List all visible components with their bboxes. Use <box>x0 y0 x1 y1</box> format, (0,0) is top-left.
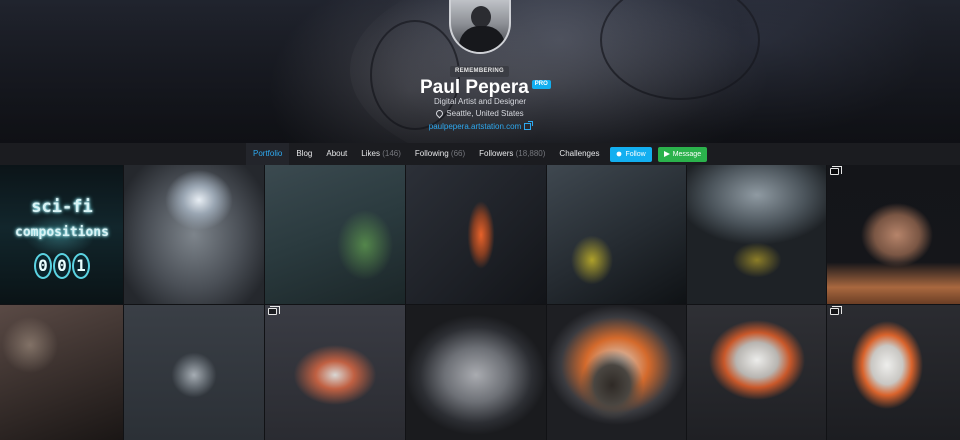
following-label: Following <box>414 149 449 158</box>
profile-name: Paul Pepera <box>420 77 529 98</box>
artwork-tile[interactable] <box>0 305 123 440</box>
remembering-badge: REMEMBERING <box>450 66 509 77</box>
likes-label: Likes <box>361 149 380 158</box>
profile-banner: REMEMBERING Paul Pepera PRO Digital Arti… <box>0 0 960 143</box>
artwork-tile[interactable] <box>547 305 686 440</box>
artwork-tile[interactable] <box>406 165 546 304</box>
artwork-title-line1: sci-fi <box>31 197 93 217</box>
website-text[interactable]: paulpepera.artstation.com <box>429 122 522 131</box>
artwork-tile[interactable] <box>547 165 686 304</box>
follow-button-label: Follow <box>625 150 646 158</box>
paper-plane-icon <box>663 151 670 157</box>
artwork-tile[interactable] <box>406 305 546 440</box>
tab-about[interactable]: About <box>319 143 354 165</box>
following-count: (66) <box>450 149 466 158</box>
external-link-icon <box>524 121 534 130</box>
followers-label: Followers <box>479 149 514 158</box>
likes-count: (146) <box>382 149 401 158</box>
tab-likes[interactable]: Likes (146) <box>354 143 408 165</box>
artwork-tile[interactable] <box>124 165 264 304</box>
artwork-tile[interactable] <box>827 305 960 440</box>
artwork-tile[interactable] <box>265 305 405 440</box>
profile-headline: Digital Artist and Designer <box>433 97 527 106</box>
tab-followers[interactable]: Followers (18,880) <box>472 143 552 165</box>
multiple-images-icon <box>268 306 280 315</box>
tab-challenges[interactable]: Challenges <box>552 143 606 165</box>
portfolio-gallery: sci-fi compositions 0 0 1 <box>0 165 960 440</box>
message-button[interactable]: Message <box>657 146 708 162</box>
profile-tabs: Portfolio Blog About Likes (146) Followi… <box>246 143 708 165</box>
profile-location: Seattle, United States <box>0 108 960 119</box>
artwork-tile[interactable] <box>265 165 405 304</box>
tab-portfolio[interactable]: Portfolio <box>246 143 290 165</box>
profile-name-row: Paul Pepera PRO <box>420 77 551 99</box>
multiple-images-icon <box>830 166 842 175</box>
message-button-label: Message <box>672 150 702 158</box>
followers-count: (18,880) <box>515 149 546 158</box>
map-pin-icon <box>434 108 445 119</box>
artwork-digit: 1 <box>72 253 90 279</box>
artwork-tile[interactable] <box>687 165 826 304</box>
follow-button[interactable]: Follow <box>610 146 652 162</box>
tab-blog[interactable]: Blog <box>289 143 319 165</box>
multiple-images-icon <box>830 306 842 315</box>
pro-badge: PRO <box>531 80 551 89</box>
artwork-tile[interactable] <box>687 305 826 440</box>
artwork-digit: 0 <box>34 253 52 279</box>
artwork-digit: 0 <box>53 253 71 279</box>
location-text: Seattle, United States <box>446 109 524 118</box>
artwork-tile[interactable] <box>124 305 264 440</box>
artwork-title-line2: compositions <box>15 225 109 240</box>
avatar[interactable] <box>449 0 511 54</box>
artwork-tile[interactable] <box>827 165 960 304</box>
avatar-head <box>471 6 491 28</box>
avatar-body <box>459 26 505 52</box>
profile-nav-bar: Portfolio Blog About Likes (146) Followi… <box>0 143 960 165</box>
tab-following[interactable]: Following (66) <box>408 143 472 165</box>
add-user-icon <box>617 151 622 157</box>
profile-website-link[interactable]: paulpepera.artstation.com <box>0 121 960 131</box>
artwork-tile-scifi-compositions[interactable]: sci-fi compositions 0 0 1 <box>0 165 123 304</box>
